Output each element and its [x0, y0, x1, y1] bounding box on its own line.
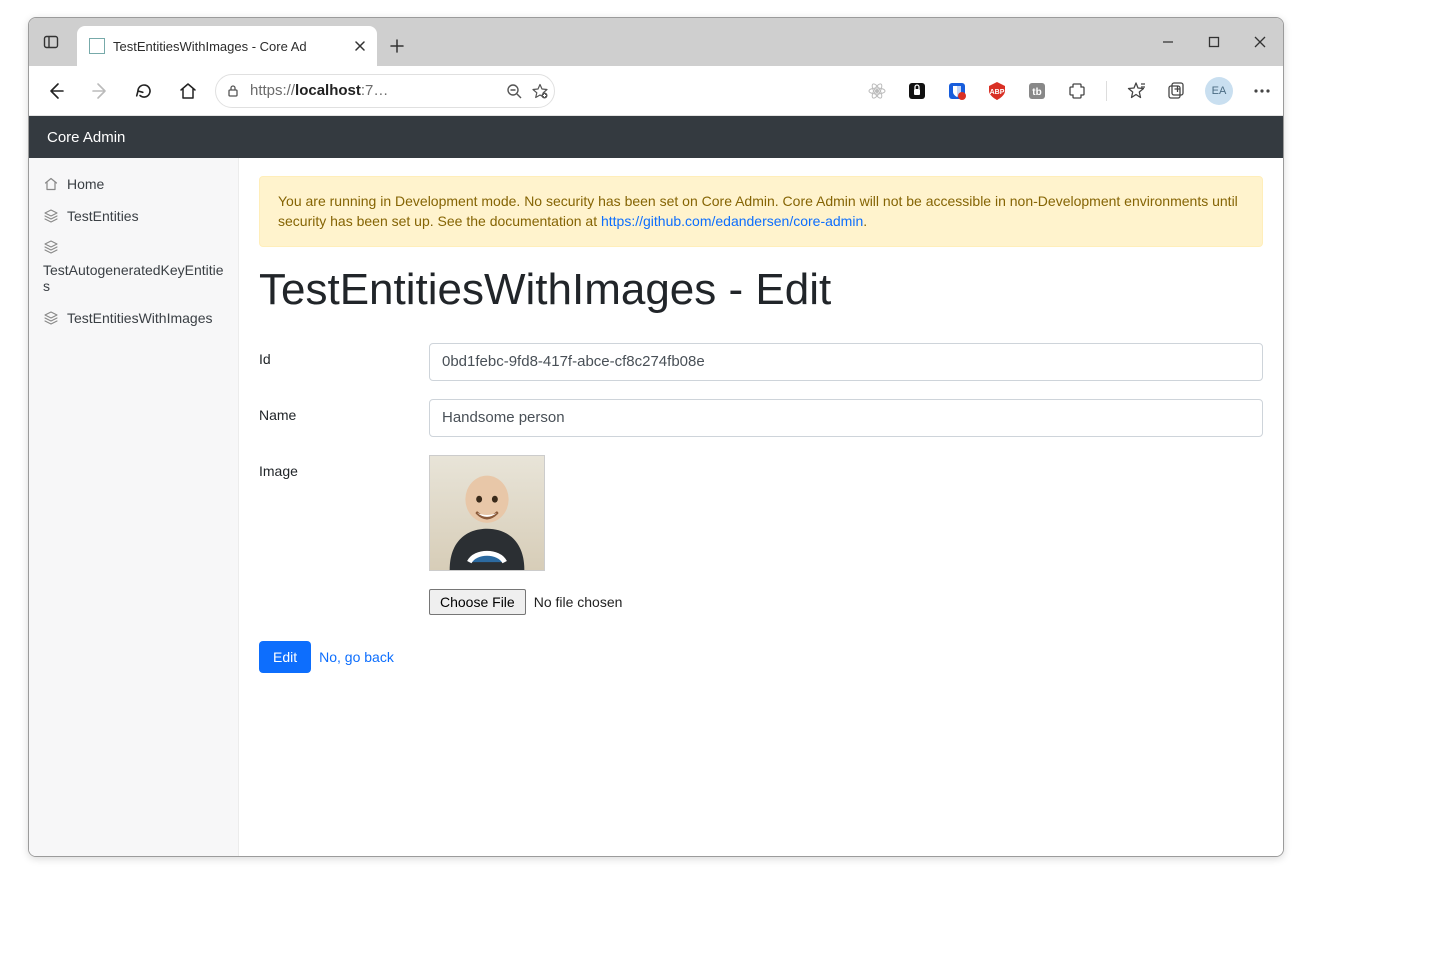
extension-bitwarden-icon[interactable]: [946, 80, 968, 102]
sidebar-item-testentitieswithimages[interactable]: TestEntitiesWithImages: [29, 302, 238, 334]
extension-react-devtools-icon[interactable]: [866, 80, 888, 102]
window-maximize-button[interactable]: [1191, 18, 1237, 66]
form-row-image: Image: [259, 455, 1263, 615]
image-thumbnail: [429, 455, 545, 571]
alert-text-suffix: .: [863, 213, 867, 229]
layers-icon: [43, 311, 59, 325]
sidebar-item-home[interactable]: Home: [29, 168, 238, 200]
cancel-link[interactable]: No, go back: [319, 649, 394, 665]
address-bar[interactable]: https://localhost:7…: [215, 74, 555, 108]
app-viewport: Core Admin Home TestEntities TestAutogen…: [29, 116, 1283, 856]
collections-icon[interactable]: [1165, 80, 1187, 102]
browser-toolbar: https://localhost:7… ABP tb EA: [29, 66, 1283, 116]
svg-text:tb: tb: [1032, 87, 1041, 98]
new-tab-button[interactable]: [377, 26, 417, 66]
main-content: You are running in Development mode. No …: [239, 158, 1283, 856]
svg-text:ABP: ABP: [990, 89, 1005, 96]
sidebar-item-label: TestAutogeneratedKeyEntities: [43, 262, 224, 294]
nav-home-button[interactable]: [171, 74, 205, 108]
name-input[interactable]: [429, 399, 1263, 437]
browser-tab-active[interactable]: TestEntitiesWithImages - Core Ad: [77, 26, 377, 66]
toolbar-right-icons: ABP tb EA: [866, 77, 1273, 105]
app-brand[interactable]: Core Admin: [47, 129, 125, 146]
extension-adblock-icon[interactable]: ABP: [986, 80, 1008, 102]
id-input[interactable]: [429, 343, 1263, 381]
image-label: Image: [259, 455, 429, 479]
id-label: Id: [259, 343, 429, 367]
browser-tabstrip: TestEntitiesWithImages - Core Ad: [29, 18, 1283, 66]
sidebar-item-testautogeneratedkeyentities[interactable]: TestAutogeneratedKeyEntities: [29, 232, 238, 302]
layers-icon: [43, 209, 59, 223]
alert-docs-link[interactable]: https://github.com/edandersen/core-admin: [601, 213, 863, 229]
sidebar-item-label: Home: [67, 176, 104, 192]
app-topbar: Core Admin: [29, 116, 1283, 158]
sidebar-item-label: TestEntitiesWithImages: [67, 310, 213, 326]
favorite-star-icon[interactable]: [532, 83, 548, 99]
form-actions: Edit No, go back: [259, 641, 1263, 673]
extensions-menu-icon[interactable]: [1066, 80, 1088, 102]
sidebar-item-label: TestEntities: [67, 208, 139, 224]
nav-refresh-button[interactable]: [127, 74, 161, 108]
toolbar-separator: [1106, 81, 1107, 101]
favorites-bar-icon[interactable]: [1125, 80, 1147, 102]
browser-window: TestEntitiesWithImages - Core Ad: [28, 17, 1284, 857]
file-input-row: Choose File No file chosen: [429, 589, 1263, 615]
form-row-id: Id: [259, 343, 1263, 381]
layers-icon: [43, 240, 59, 254]
site-security-icon[interactable]: [226, 84, 240, 98]
window-close-button[interactable]: [1237, 18, 1283, 66]
tab-title: TestEntitiesWithImages - Core Ad: [113, 39, 345, 54]
nav-back-button[interactable]: [39, 74, 73, 108]
profile-avatar[interactable]: EA: [1205, 77, 1233, 105]
extension-toolbox-icon[interactable]: tb: [1026, 80, 1048, 102]
file-status-text: No file chosen: [534, 594, 623, 610]
choose-file-button[interactable]: Choose File: [429, 589, 526, 615]
name-label: Name: [259, 399, 429, 423]
tab-actions-button[interactable]: [29, 18, 73, 66]
person-placeholder-icon: [430, 455, 544, 571]
tab-favicon-icon: [89, 38, 105, 54]
submit-button[interactable]: Edit: [259, 641, 311, 673]
home-icon: [43, 177, 59, 191]
window-minimize-button[interactable]: [1145, 18, 1191, 66]
app-body: Home TestEntities TestAutogeneratedKeyEn…: [29, 158, 1283, 856]
address-url: https://localhost:7…: [250, 82, 496, 99]
extension-security-icon[interactable]: [906, 80, 928, 102]
settings-menu-icon[interactable]: [1251, 80, 1273, 102]
dev-mode-alert: You are running in Development mode. No …: [259, 176, 1263, 247]
nav-forward-button: [83, 74, 117, 108]
form-row-name: Name: [259, 399, 1263, 437]
window-controls: [1145, 18, 1283, 66]
tab-close-button[interactable]: [353, 39, 367, 53]
page-title: TestEntitiesWithImages - Edit: [259, 265, 1263, 315]
sidebar-item-testentities[interactable]: TestEntities: [29, 200, 238, 232]
zoom-indicator-icon[interactable]: [506, 83, 522, 99]
sidebar: Home TestEntities TestAutogeneratedKeyEn…: [29, 158, 239, 856]
